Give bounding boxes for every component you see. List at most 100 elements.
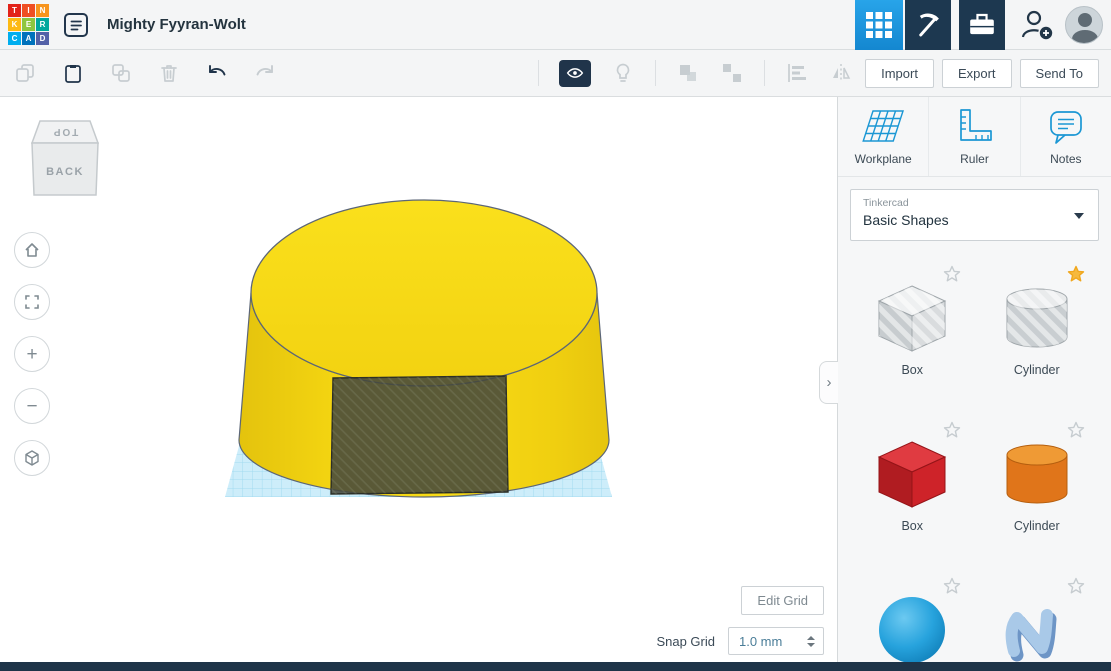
logo-tile: E <box>22 18 35 31</box>
tool-label: Workplane <box>854 152 912 166</box>
panel-tools-row: Workplane Ruler Notes <box>838 97 1111 177</box>
group-button[interactable] <box>676 61 700 85</box>
edit-tools-group <box>13 50 277 96</box>
portfolio-button[interactable] <box>959 0 1005 50</box>
scribble-thumbnail <box>1005 609 1057 662</box>
add-user-icon <box>1021 10 1054 41</box>
avatar-silhouette <box>1078 12 1092 27</box>
hide-selected-button[interactable] <box>559 59 591 87</box>
delete-button[interactable] <box>157 61 181 85</box>
perspective-cube-icon <box>25 450 39 466</box>
ungroup-button[interactable] <box>720 61 744 85</box>
home-icon <box>25 243 39 257</box>
chevron-down-icon <box>1074 213 1084 219</box>
sphere-thumbnail <box>879 597 946 662</box>
shape-tile-cylinder[interactable]: Cylinder <box>987 421 1088 551</box>
view-cube[interactable]: TOP BACK <box>26 115 104 199</box>
duplicate-button[interactable] <box>109 61 133 85</box>
tool-label: Ruler <box>960 152 989 166</box>
import-button[interactable]: Import <box>865 58 934 88</box>
top-bar: T I N K E R C A D Mighty Fyyran-Wolt <box>0 0 1111 50</box>
edit-grid-button[interactable]: Edit Grid <box>741 586 824 615</box>
favorite-star-icon[interactable] <box>1067 265 1085 283</box>
minecraft-mode-button[interactable] <box>905 0 951 50</box>
trash-icon <box>161 65 177 82</box>
top-right-controls <box>855 0 1111 50</box>
favorite-star-icon[interactable] <box>1067 421 1085 439</box>
shapes-grid: Box Cylinder Box Cylinder <box>838 251 1111 662</box>
editor-toolbar: Import Export Send To <box>0 50 1111 97</box>
shape-label: Box <box>901 519 924 533</box>
bottom-bar <box>0 662 1111 671</box>
shape-library-dropdown[interactable]: Tinkercad Basic Shapes <box>850 189 1099 241</box>
fit-view-button[interactable] <box>14 284 50 320</box>
shape-tile-hole-cylinder[interactable]: Cylinder <box>987 265 1088 395</box>
red-box-thumbnail <box>878 441 947 508</box>
list-menu-icon <box>64 12 88 37</box>
zoom-out-button[interactable]: − <box>14 388 50 424</box>
show-all-button[interactable] <box>611 61 635 85</box>
redo-button[interactable] <box>253 61 277 85</box>
paste-button[interactable] <box>61 61 85 85</box>
workplane-tool[interactable]: Workplane <box>838 97 928 176</box>
shape-tile-box[interactable]: Box <box>862 421 963 551</box>
shape-tile-sphere[interactable] <box>862 577 963 662</box>
copy-icon <box>16 64 34 82</box>
snap-grid-controls: Snap Grid 1.0 mm <box>656 627 824 655</box>
favorite-star-icon[interactable] <box>943 265 961 283</box>
logo-tile: D <box>36 32 49 45</box>
send-to-button[interactable]: Send To <box>1019 58 1099 88</box>
favorite-star-icon[interactable] <box>1067 577 1085 595</box>
zoom-in-button[interactable]: + <box>14 336 50 372</box>
notes-tool[interactable]: Notes <box>1019 97 1111 176</box>
shape-label: Cylinder <box>1013 363 1060 377</box>
shape-tile-hole-box[interactable]: Box <box>862 265 963 395</box>
hole-box-object[interactable] <box>330 375 509 495</box>
dashboard-button[interactable] <box>855 0 903 50</box>
shape-label: Box <box>901 363 924 377</box>
paste-icon <box>65 65 81 83</box>
hole-box-thumbnail <box>878 285 947 352</box>
separator <box>764 60 765 86</box>
fit-view-icon <box>25 295 39 309</box>
perspective-toggle-button[interactable] <box>14 440 50 476</box>
3d-scene <box>225 199 612 498</box>
duplicate-icon <box>112 64 130 82</box>
export-button[interactable]: Export <box>941 58 1012 88</box>
avatar-silhouette <box>1072 29 1098 43</box>
design-menu-button[interactable] <box>63 12 89 38</box>
align-icon <box>788 64 806 82</box>
invite-button[interactable] <box>1017 5 1057 45</box>
snap-grid-dropdown[interactable]: 1.0 mm <box>728 627 824 655</box>
design-title[interactable]: Mighty Fyyran-Wolt <box>107 16 246 33</box>
favorite-star-icon[interactable] <box>943 421 961 439</box>
logo-tile: T <box>8 4 21 17</box>
notes-icon <box>1049 111 1082 144</box>
mirror-button[interactable] <box>829 61 853 85</box>
collapse-panel-button[interactable]: › <box>819 361 838 404</box>
favorite-star-icon[interactable] <box>943 577 961 595</box>
avatar[interactable] <box>1065 5 1103 44</box>
undo-icon <box>209 65 226 76</box>
ruler-tool[interactable]: Ruler <box>928 97 1019 176</box>
shape-tile-scribble[interactable] <box>987 577 1088 662</box>
3d-viewport[interactable]: TOP BACK + − Edit Grid Snap Grid 1.0 mm <box>0 97 837 662</box>
library-group-label: Tinkercad <box>863 197 909 209</box>
snap-grid-label: Snap Grid <box>656 633 715 649</box>
home-view-button[interactable] <box>14 232 50 268</box>
chevron-right-icon: › <box>826 374 832 391</box>
logo-tile: A <box>22 32 35 45</box>
tinkercad-logo[interactable]: T I N K E R C A D <box>8 4 49 45</box>
ungroup-icon <box>723 64 741 82</box>
logo-tile: I <box>22 4 35 17</box>
align-button[interactable] <box>785 61 809 85</box>
undo-button[interactable] <box>205 61 229 85</box>
separator <box>655 60 656 86</box>
shape-label: Cylinder <box>1013 519 1060 533</box>
viewcube-top-label: TOP <box>52 126 78 137</box>
logo-tile: R <box>36 18 49 31</box>
snap-grid-value: 1.0 mm <box>739 633 783 649</box>
separator <box>538 60 539 86</box>
shapes-panel: Workplane Ruler Notes Tinkercad Basic Sh… <box>837 97 1111 662</box>
copy-button[interactable] <box>13 61 37 85</box>
